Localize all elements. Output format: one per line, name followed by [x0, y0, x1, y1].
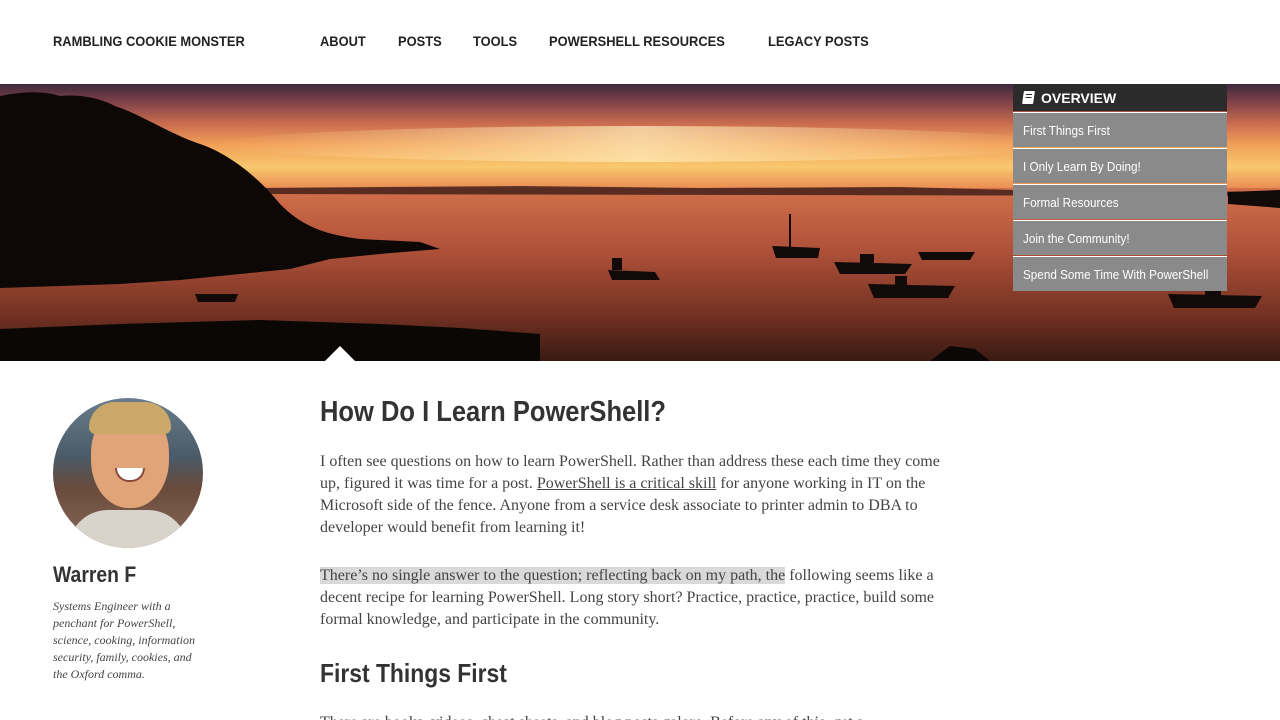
toc-item-label: I Only Learn By Doing! — [1023, 158, 1141, 174]
nav-powershell-resources[interactable]: POWERSHELL RESOURCES — [549, 33, 725, 49]
hero-notch — [325, 346, 355, 361]
author-name: Warren F — [53, 562, 137, 587]
site-header: RAMBLING COOKIE MONSTER ABOUT POSTS TOOL… — [0, 0, 1280, 84]
toc-item-join-the-community[interactable]: Join the Community! — [1013, 220, 1227, 255]
table-of-contents: OVERVIEW First Things First I Only Learn… — [1013, 84, 1227, 291]
toc-header: OVERVIEW — [1013, 84, 1227, 111]
nav-tools[interactable]: TOOLS — [473, 33, 517, 49]
main-nav: ABOUT POSTS TOOLS POWERSHELL RESOURCES L… — [320, 33, 906, 49]
toc-item-spend-some-time[interactable]: Spend Some Time With PowerShell — [1013, 256, 1227, 291]
toc-item-formal-resources[interactable]: Formal Resources — [1013, 184, 1227, 219]
article-second-paragraph: There’s no single answer to the question… — [320, 565, 960, 631]
section-heading-first-things-first: First Things First — [320, 658, 507, 688]
toc-item-label: Join the Community! — [1023, 230, 1130, 246]
toc-item-label: First Things First — [1023, 122, 1110, 138]
site-title-link[interactable]: RAMBLING COOKIE MONSTER — [53, 33, 245, 49]
nav-about[interactable]: ABOUT — [320, 33, 366, 49]
nav-posts[interactable]: POSTS — [398, 33, 442, 49]
nav-legacy-posts[interactable]: LEGACY POSTS — [768, 33, 869, 49]
critical-skill-link[interactable]: PowerShell is a critical skill — [537, 475, 717, 492]
toc-title: OVERVIEW — [1041, 89, 1117, 106]
avatar-hair — [89, 402, 171, 434]
toc-item-i-only-learn-by-doing[interactable]: I Only Learn By Doing! — [1013, 148, 1227, 183]
article-title: How Do I Learn PowerShell? — [320, 396, 666, 428]
article-intro-paragraph: I often see questions on how to learn Po… — [320, 451, 960, 539]
author-bio: Systems Engineer with a penchant for Pow… — [53, 599, 195, 681]
toc-item-first-things-first[interactable]: First Things First — [1013, 112, 1227, 147]
book-icon — [1023, 91, 1035, 104]
toc-item-label: Spend Some Time With PowerShell — [1023, 266, 1209, 282]
toc-item-label: Formal Resources — [1023, 194, 1119, 210]
article: How Do I Learn PowerShell? I often see q… — [320, 392, 960, 720]
article-third-paragraph: There are books, videos, cheat sheets, a… — [320, 712, 960, 720]
highlighted-text: There’s no single answer to the question… — [320, 567, 786, 584]
avatar-shirt — [68, 510, 188, 548]
author-avatar — [53, 398, 203, 548]
